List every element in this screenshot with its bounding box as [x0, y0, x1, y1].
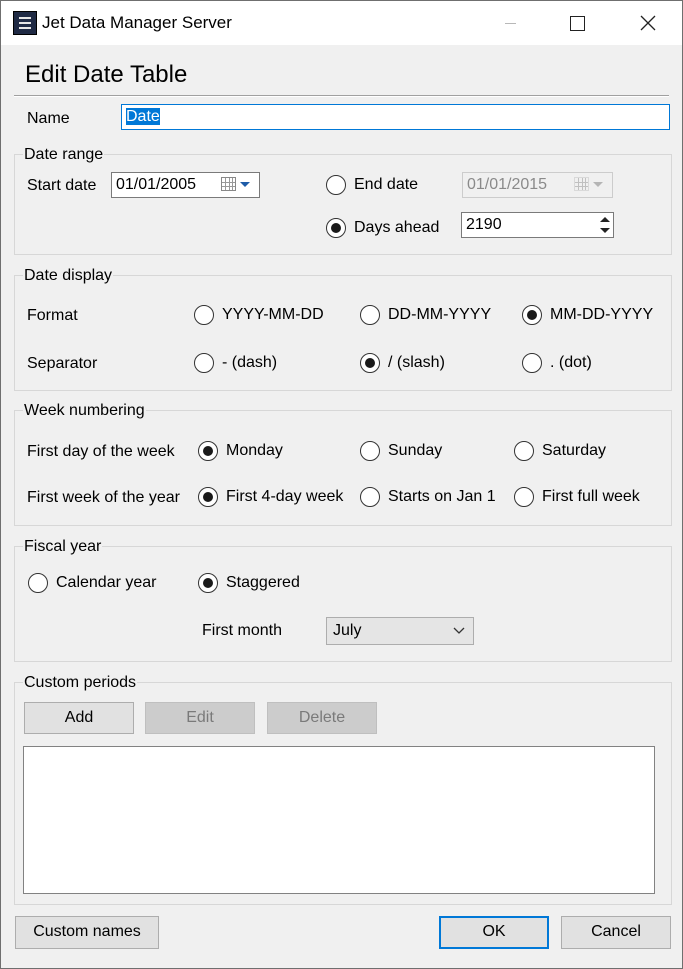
format-option-label: YYYY-MM-DD	[222, 306, 324, 323]
end-date-label: End date	[354, 176, 419, 193]
separator-option-label: . (dot)	[550, 354, 592, 371]
end-date-dropdown-button	[574, 177, 608, 193]
custom-periods-list[interactable]	[23, 746, 655, 894]
start-date-dropdown-button[interactable]	[221, 177, 255, 193]
chevron-down-icon	[593, 182, 603, 187]
format-radio-indicator[interactable]	[360, 305, 380, 325]
format-radio-dd-mm-yyyy[interactable]: DD-MM-YYYY	[360, 304, 500, 326]
first-day-radio-sunday[interactable]: Sunday	[360, 440, 480, 462]
first-week-radio-full-week[interactable]: First full week	[514, 486, 664, 508]
format-label: Format	[27, 307, 78, 324]
page-title: Edit Date Table	[25, 61, 188, 88]
first-week-label: First week of the year	[27, 489, 180, 506]
calendar-icon	[574, 177, 589, 191]
fiscal-option-label: Staggered	[226, 574, 300, 591]
edit-button: Edit	[145, 702, 255, 734]
separator-option-label: - (dash)	[222, 354, 278, 371]
first-week-option-label: First full week	[542, 488, 640, 505]
cancel-button[interactable]: Cancel	[561, 916, 671, 949]
date-range-group-title: Date range	[23, 146, 105, 164]
first-day-radio-saturday[interactable]: Saturday	[514, 440, 634, 462]
date-display-group-title: Date display	[23, 267, 114, 285]
days-ahead-label: Days ahead	[354, 219, 440, 236]
format-radio-indicator[interactable]	[194, 305, 214, 325]
format-radio-mm-dd-yyyy[interactable]: MM-DD-YYYY	[522, 304, 662, 326]
first-day-label: First day of the week	[27, 443, 175, 460]
calendar-icon	[221, 177, 236, 191]
days-ahead-radio-indicator[interactable]	[326, 218, 346, 238]
separator-radio-dot[interactable]: . (dot)	[522, 352, 642, 374]
days-ahead-radio[interactable]: Days ahead	[326, 217, 456, 239]
fiscal-radio-indicator[interactable]	[28, 573, 48, 593]
end-date-radio-indicator[interactable]	[326, 175, 346, 195]
title-bar[interactable]: Jet Data Manager Server	[1, 1, 682, 45]
first-week-radio-4-day[interactable]: First 4-day week	[198, 486, 348, 508]
app-icon	[13, 11, 37, 35]
chevron-down-icon	[240, 182, 250, 187]
fiscal-radio-calendar-year[interactable]: Calendar year	[28, 572, 168, 594]
separator-radio-indicator[interactable]	[522, 353, 542, 373]
spin-down-icon[interactable]	[599, 226, 611, 235]
format-option-label: DD-MM-YYYY	[388, 306, 492, 323]
name-field[interactable]: Date	[121, 104, 670, 130]
first-month-label: First month	[202, 622, 283, 639]
start-date-label: Start date	[27, 177, 97, 194]
name-value: Date	[126, 108, 160, 125]
chevron-down-icon	[453, 627, 465, 634]
end-date-value: 01/01/2015	[467, 176, 548, 193]
format-radio-indicator[interactable]	[522, 305, 542, 325]
format-radio-yyyy-mm-dd[interactable]: YYYY-MM-DD	[194, 304, 334, 326]
separator-radio-dash[interactable]: - (dash)	[194, 352, 314, 374]
add-button[interactable]: Add	[24, 702, 134, 734]
custom-names-button[interactable]: Custom names	[15, 916, 159, 949]
first-week-radio-jan-1[interactable]: Starts on Jan 1	[360, 486, 510, 508]
first-day-radio-indicator[interactable]	[514, 441, 534, 461]
fiscal-year-group-title: Fiscal year	[23, 538, 103, 556]
minimize-icon	[505, 23, 516, 24]
first-day-radio-indicator[interactable]	[360, 441, 380, 461]
minimize-button[interactable]	[487, 1, 533, 45]
spin-up-icon[interactable]	[599, 215, 611, 224]
separator-radio-indicator[interactable]	[360, 353, 380, 373]
separator-label: Separator	[27, 355, 98, 372]
start-date-picker[interactable]: 01/01/2005	[111, 172, 260, 198]
first-day-option-label: Saturday	[542, 442, 607, 459]
first-week-radio-indicator[interactable]	[360, 487, 380, 507]
first-day-option-label: Sunday	[388, 442, 443, 459]
name-label: Name	[27, 110, 70, 127]
week-numbering-group-title: Week numbering	[23, 402, 146, 420]
end-date-radio[interactable]: End date	[326, 174, 446, 196]
dialog-window: Jet Data Manager Server Edit Date Table …	[0, 0, 683, 969]
first-day-radio-indicator[interactable]	[198, 441, 218, 461]
maximize-button[interactable]	[554, 1, 600, 45]
delete-button: Delete	[267, 702, 377, 734]
start-date-value: 01/01/2005	[116, 176, 197, 193]
days-ahead-value: 2190	[466, 216, 502, 233]
fiscal-radio-indicator[interactable]	[198, 573, 218, 593]
first-week-radio-indicator[interactable]	[198, 487, 218, 507]
format-option-label: MM-DD-YYYY	[550, 306, 654, 323]
custom-periods-group-title: Custom periods	[23, 674, 138, 692]
maximize-icon	[570, 16, 585, 31]
first-week-radio-indicator[interactable]	[514, 487, 534, 507]
close-icon	[640, 15, 656, 31]
first-month-value: July	[333, 622, 362, 639]
separator-radio-indicator[interactable]	[194, 353, 214, 373]
days-ahead-stepper[interactable]: 2190	[461, 212, 614, 238]
close-button[interactable]	[624, 1, 670, 45]
first-month-select[interactable]: July	[326, 617, 474, 645]
window-title: Jet Data Manager Server	[42, 13, 232, 32]
fiscal-option-label: Calendar year	[56, 574, 157, 591]
fiscal-radio-staggered[interactable]: Staggered	[198, 572, 318, 594]
week-numbering-group	[14, 410, 672, 526]
date-range-group	[14, 154, 672, 255]
first-day-option-label: Monday	[226, 442, 283, 459]
first-week-option-label: Starts on Jan 1	[388, 488, 496, 505]
separator-option-label: / (slash)	[388, 354, 445, 371]
end-date-picker: 01/01/2015	[462, 172, 613, 198]
separator-radio-slash[interactable]: / (slash)	[360, 352, 480, 374]
first-day-radio-monday[interactable]: Monday	[198, 440, 318, 462]
ok-button[interactable]: OK	[439, 916, 549, 949]
first-week-option-label: First 4-day week	[226, 488, 344, 505]
